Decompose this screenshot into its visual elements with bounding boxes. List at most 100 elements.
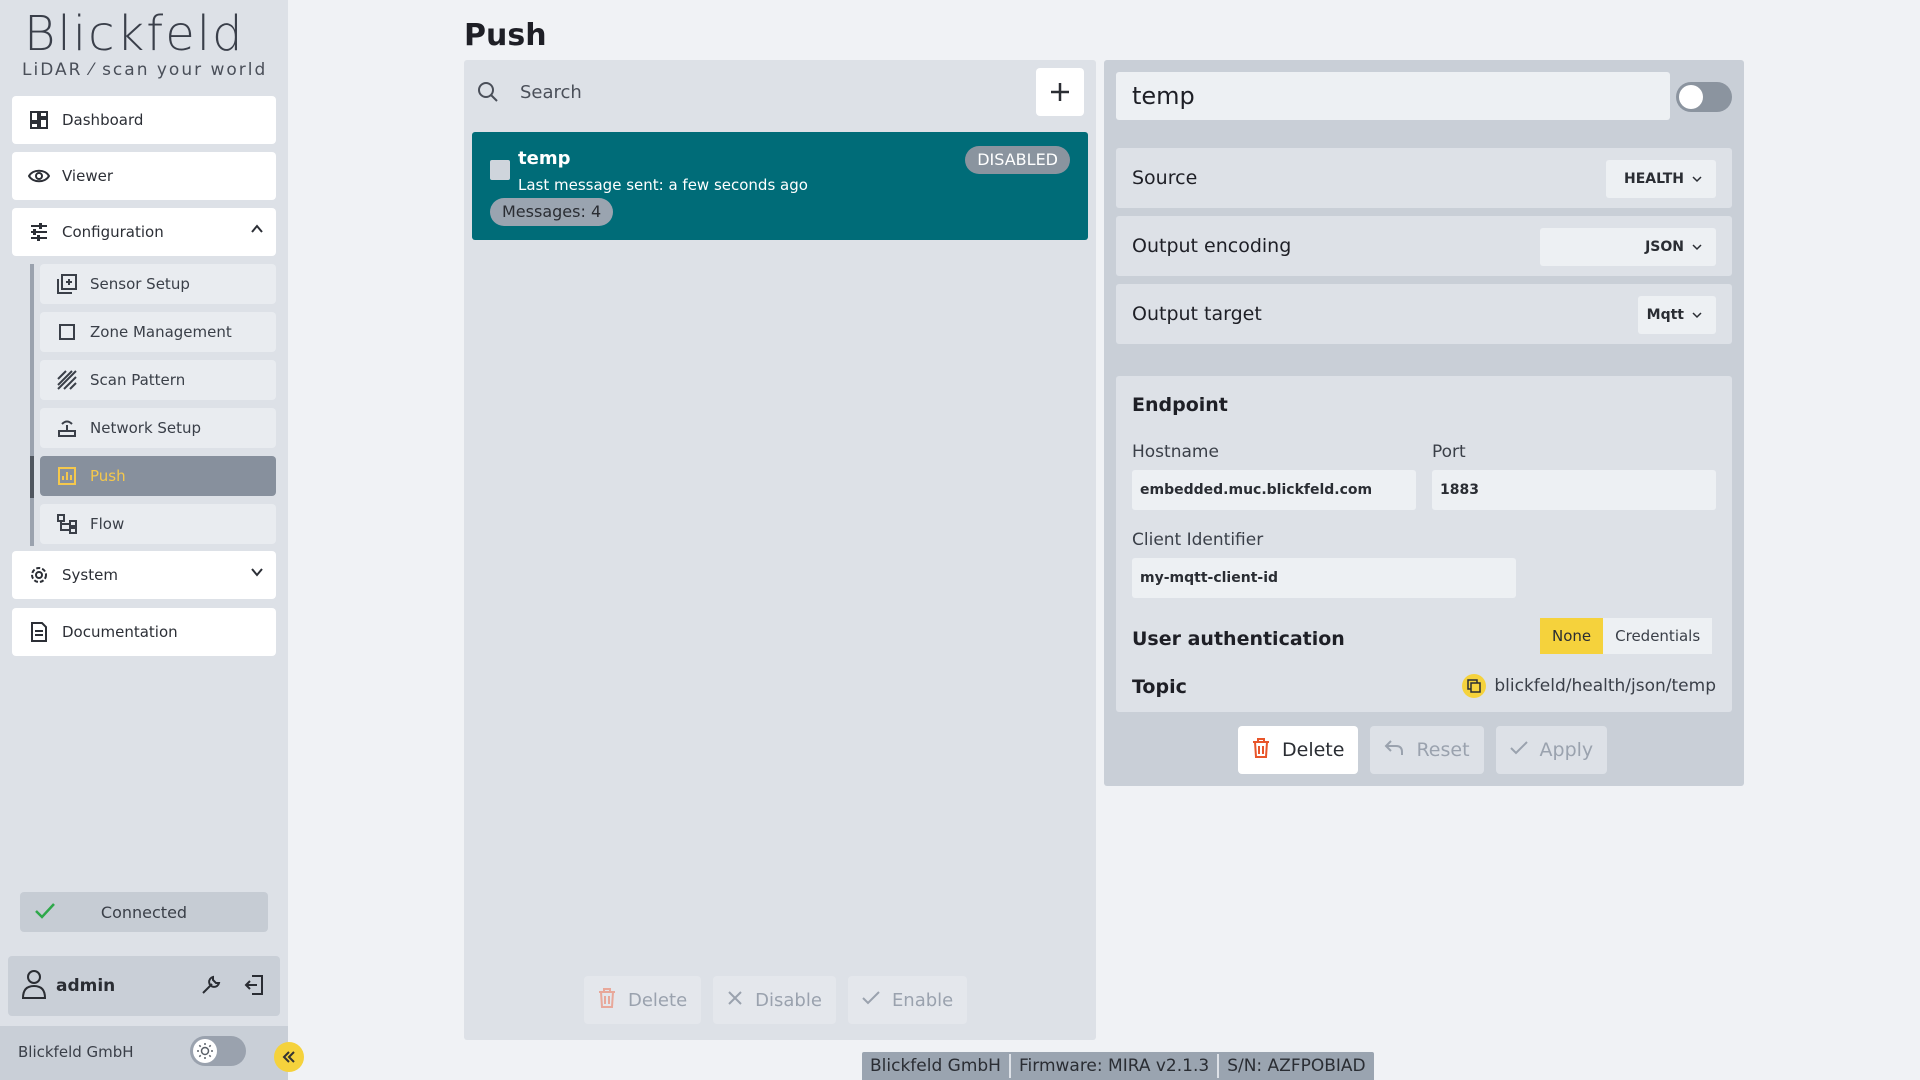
chevron-down-icon [1692, 312, 1702, 319]
hostname-field[interactable]: embedded.muc.blickfeld.com [1132, 470, 1416, 510]
nav-viewer[interactable]: Viewer [12, 152, 276, 200]
flow-label: Flow [90, 515, 125, 533]
theme-toggle[interactable] [190, 1036, 246, 1066]
scan-pattern-label: Scan Pattern [90, 371, 186, 389]
sensor-setup-icon [56, 273, 78, 295]
sidebar: Blickfeld LiDAR ⁄ scan your world Dashbo… [0, 0, 288, 1080]
submenu-line-active [30, 456, 34, 498]
eye-icon [28, 165, 50, 187]
zone-management-label: Zone Management [90, 323, 232, 341]
sidebar-company: Blickfeld GmbH [18, 1043, 134, 1061]
connection-status-label: Connected [100, 902, 188, 922]
auth-option-none[interactable]: None [1540, 618, 1604, 654]
sidebar-item-zone-management[interactable]: Zone Management [40, 312, 276, 352]
sidebar-item-sensor-setup[interactable]: Sensor Setup [40, 264, 276, 304]
bulk-disable-label: Disable [755, 989, 822, 1011]
push-item-checkbox[interactable] [490, 160, 510, 180]
topic-value: blickfeld/health/json/temp [1494, 676, 1716, 696]
encoding-select[interactable]: JSON [1540, 228, 1716, 266]
document-icon [28, 621, 50, 643]
source-select[interactable]: HEALTH [1606, 160, 1716, 198]
bulk-delete-label: Delete [628, 989, 688, 1011]
network-setup-label: Network Setup [90, 419, 202, 437]
source-row: Source HEALTH [1116, 148, 1732, 208]
nav-documentation[interactable]: Documentation [12, 608, 276, 656]
wrench-icon[interactable] [200, 974, 222, 1000]
source-label: Source [1132, 167, 1198, 189]
add-push-button[interactable] [1036, 68, 1084, 116]
apply-button[interactable]: Apply [1495, 726, 1608, 774]
sidebar-item-network-setup[interactable]: Network Setup [40, 408, 276, 448]
topic-value-group: blickfeld/health/json/temp [1462, 674, 1716, 698]
push-list-panel: temp Last message sent: a few seconds ag… [464, 60, 1096, 1040]
collapse-sidebar-button[interactable] [274, 1042, 304, 1072]
encoding-value: JSON [1645, 239, 1684, 255]
nav-documentation-label: Documentation [62, 623, 178, 641]
chevron-down-icon [250, 565, 264, 583]
trash-icon [598, 987, 616, 1013]
search-icon [476, 80, 500, 108]
client-id-field[interactable]: my-mqtt-client-id [1132, 558, 1516, 598]
scan-pattern-icon [56, 369, 78, 391]
bulk-enable-button[interactable]: Enable [847, 976, 968, 1024]
check-icon [34, 901, 56, 925]
push-item-last-message: Last message sent: a few seconds ago [518, 176, 808, 194]
push-item-status-badge: DISABLED [965, 146, 1070, 174]
push-list-item[interactable]: temp Last message sent: a few seconds ag… [472, 132, 1088, 240]
reset-label: Reset [1416, 739, 1470, 761]
endpoint-card: Endpoint Hostname embedded.muc.blickfeld… [1116, 376, 1732, 712]
logo-wordmark: Blickfeld [24, 6, 245, 62]
push-name-field[interactable]: temp [1116, 72, 1670, 120]
detail-actions: Delete Reset Apply [1238, 726, 1608, 774]
bulk-disable-button[interactable]: Disable [713, 976, 836, 1024]
page-title: Push [464, 18, 547, 53]
undo-icon [1384, 739, 1404, 762]
chevron-down-icon [1692, 244, 1702, 251]
nav-dashboard[interactable]: Dashboard [12, 96, 276, 144]
target-select[interactable]: Mqtt [1638, 296, 1716, 334]
trash-icon [1252, 737, 1270, 763]
dashboard-icon [28, 109, 50, 131]
bulk-actions: Delete Disable Enable [584, 976, 968, 1024]
target-row: Output target Mqtt [1116, 284, 1732, 344]
connection-status: Connected [20, 892, 268, 932]
sidebar-item-push[interactable]: Push [40, 456, 276, 496]
check-icon [862, 990, 880, 1011]
bulk-delete-button[interactable]: Delete [584, 976, 702, 1024]
sidebar-item-scan-pattern[interactable]: Scan Pattern [40, 360, 276, 400]
enable-toggle[interactable] [1676, 82, 1732, 112]
port-label: Port [1432, 442, 1466, 462]
search-bar [464, 60, 1096, 124]
push-chart-icon [56, 465, 78, 487]
logout-icon[interactable] [244, 974, 266, 1000]
logo-tagline: LiDAR ⁄ scan your world [22, 60, 268, 80]
push-label: Push [90, 467, 126, 485]
sidebar-footer: Blickfeld GmbH [0, 1026, 288, 1080]
close-icon [727, 990, 743, 1011]
target-label: Output target [1132, 303, 1262, 325]
footer-serial: S/N: AZFPOBIAD [1227, 1056, 1366, 1076]
hostname-label: Hostname [1132, 442, 1219, 462]
topic-label: Topic [1132, 676, 1187, 698]
check-icon [1509, 739, 1528, 761]
auth-toggle: None Credentials [1540, 618, 1713, 654]
copy-icon[interactable] [1462, 674, 1487, 698]
nav-configuration[interactable]: Configuration [12, 208, 276, 256]
auth-option-credentials[interactable]: Credentials [1603, 618, 1713, 654]
sun-icon [193, 1039, 217, 1063]
endpoint-title: Endpoint [1132, 394, 1228, 416]
target-value: Mqtt [1646, 307, 1684, 323]
nav-viewer-label: Viewer [62, 167, 113, 185]
gear-icon [28, 564, 50, 586]
sliders-icon [28, 221, 50, 243]
reset-button[interactable]: Reset [1370, 726, 1484, 774]
client-id-label: Client Identifier [1132, 530, 1264, 550]
logo: Blickfeld LiDAR ⁄ scan your world [22, 6, 272, 86]
flow-icon [56, 513, 78, 535]
port-field[interactable]: 1883 [1432, 470, 1716, 510]
chevron-up-icon [250, 222, 264, 240]
delete-button[interactable]: Delete [1238, 726, 1359, 774]
search-input[interactable] [520, 78, 970, 106]
nav-system[interactable]: System [12, 551, 276, 599]
sidebar-item-flow[interactable]: Flow [40, 504, 276, 544]
